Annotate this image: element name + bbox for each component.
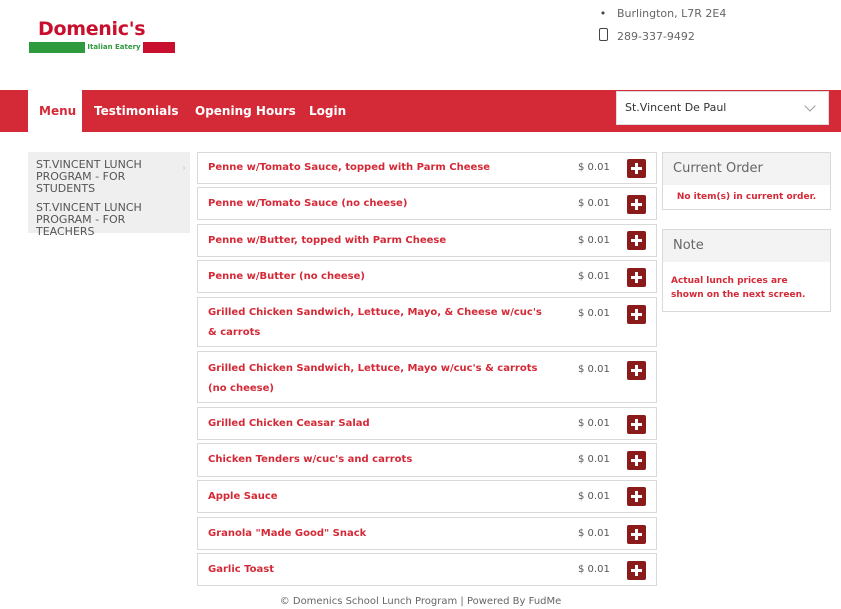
menu-item-name: Chicken Tenders w/cuc's and carrots [208,454,413,465]
menu-item-price: $ 0.01 [578,528,610,539]
add-item-button[interactable] [627,195,646,214]
nav-opening-hours[interactable]: Opening Hours [195,90,296,132]
menu-item-price: $ 0.01 [578,271,610,282]
note-text: Actual lunch prices are shown on the nex… [671,276,806,300]
menu-item-price: $ 0.01 [578,162,610,173]
menu-item: Chicken Tenders w/cuc's and carrots $ 0.… [197,443,657,477]
contact-info: • Burlington, L7R 2E4 289-337-9492 [596,4,726,50]
location-select[interactable]: St.Vincent De Paul [616,91,829,125]
menu-item: Grilled Chicken Sandwich, Lettuce, Mayo,… [197,297,657,347]
add-item-button[interactable] [627,305,646,324]
menu-item-name: Apple Sauce [208,491,278,502]
menu-item-price: $ 0.01 [578,364,610,375]
menu-item-name: Granola "Made Good" Snack [208,528,367,539]
menu-item-name: Penne w/Butter (no cheese) [208,271,365,282]
menu-item: Grilled Chicken Ceasar Salad $ 0.01 [197,407,657,440]
menu-item: Penne w/Butter, topped with Parm Cheese … [197,224,657,257]
menu-item-price: $ 0.01 [578,454,610,465]
chevron-right-icon: › [182,163,186,174]
add-item-button[interactable] [627,451,646,470]
logo[interactable]: Domenic's Italian Eatery [29,18,175,54]
menu-item-name: Penne w/Tomato Sauce (no cheese) [208,198,408,209]
menu-item: Penne w/Butter (no cheese) $ 0.01 [197,260,657,293]
add-item-button[interactable] [627,231,646,250]
sidebar-item-students[interactable]: ST.VINCENT LUNCH PROGRAM - FOR STUDENTS … [36,159,186,195]
menu-item-name: Penne w/Butter, topped with Parm Cheese [208,235,447,246]
pin-icon: • [599,6,607,20]
menu-item-price: $ 0.01 [578,198,610,209]
nav-menu[interactable]: Menu [28,90,82,134]
nav-login[interactable]: Login [309,90,346,132]
add-item-button[interactable] [627,415,646,434]
menu-item: Penne w/Tomato Sauce (no cheese) $ 0.01 [197,187,657,220]
main-navbar: Menu Testimonials Opening Hours Login St… [0,90,841,134]
menu-item-price: $ 0.01 [578,235,610,246]
menu-item-price: $ 0.01 [578,564,610,575]
address-text: Burlington, L7R 2E4 [617,6,727,20]
logo-subtitle: Italian Eatery [87,43,141,51]
current-order-title: Current Order [663,153,830,185]
sidebar-item-teachers[interactable]: ST.VINCENT LUNCH PROGRAM - FOR TEACHERS [36,202,186,238]
menu-item-name: Penne w/Tomato Sauce, topped with Parm C… [208,162,491,173]
sidebar-item-label: ST.VINCENT LUNCH PROGRAM - FOR STUDENTS [36,158,142,195]
menu-item: Grilled Chicken Sandwich, Lettuce, Mayo … [197,351,657,403]
menu-item-price: $ 0.01 [578,418,610,429]
category-sidebar: ST.VINCENT LUNCH PROGRAM - FOR STUDENTS … [28,152,190,238]
add-item-button[interactable] [627,561,646,580]
note-title: Note [663,230,830,262]
add-item-button[interactable] [627,268,646,287]
current-order-empty: No item(s) in current order. [676,192,817,202]
add-item-button[interactable] [627,525,646,544]
menu-item: Granola "Made Good" Snack $ 0.01 [197,517,657,550]
logo-name: Domenic's [38,18,146,40]
menu-item-price: $ 0.01 [578,308,610,319]
note-panel: Note Actual lunch prices are shown on th… [662,229,831,312]
add-item-button[interactable] [627,159,646,178]
menu-item-name: Garlic Toast [208,564,274,575]
add-item-button[interactable] [627,361,646,380]
menu-item-name: Grilled Chicken Sandwich, Lettuce, Mayo … [208,363,538,394]
chevron-down-icon [804,100,816,112]
menu-item-name: Grilled Chicken Sandwich, Lettuce, Mayo,… [208,307,542,338]
footer-text: © Domenics School Lunch Program | Powere… [279,596,562,607]
menu-item: Apple Sauce $ 0.01 [197,480,657,513]
phone-icon [596,28,610,44]
menu-item: Garlic Toast $ 0.01 [197,553,657,586]
nav-testimonials[interactable]: Testimonials [94,90,178,132]
menu-item-name: Grilled Chicken Ceasar Salad [208,418,370,429]
sidebar-item-label: ST.VINCENT LUNCH PROGRAM - FOR TEACHERS [36,201,142,238]
add-item-button[interactable] [627,487,646,506]
phone-text: 289-337-9492 [617,29,695,43]
menu-item: Penne w/Tomato Sauce, topped with Parm C… [197,152,657,184]
menu-item-price: $ 0.01 [578,491,610,502]
location-select-value: St.Vincent De Paul [625,101,727,114]
current-order-panel: Current Order No item(s) in current orde… [662,152,831,210]
